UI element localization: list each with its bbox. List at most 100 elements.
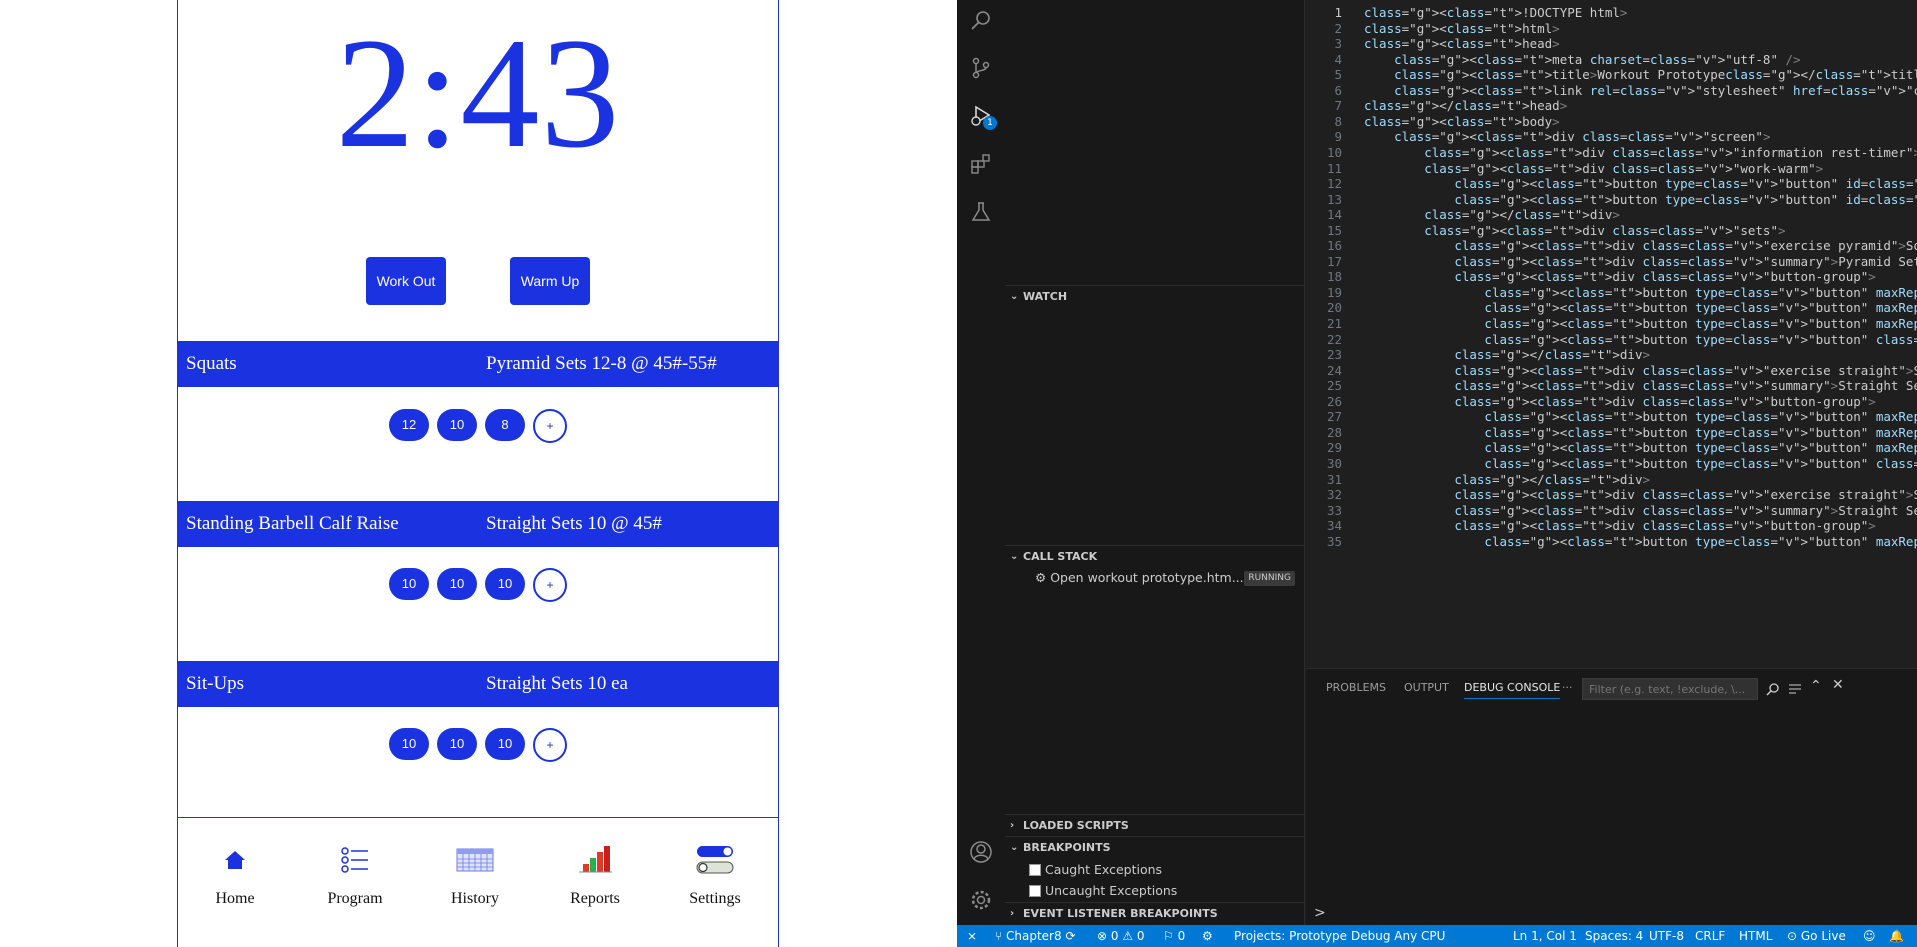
bottom-nav: Home Program History Reports Settings [178, 817, 778, 947]
bar-chart-icon [579, 846, 612, 873]
filter-input[interactable] [1582, 678, 1758, 700]
bell-icon[interactable]: 🔔 [1889, 925, 1904, 947]
nav-label: Settings [689, 890, 741, 907]
section-title: LOADED SCRIPTS [1023, 819, 1129, 832]
branch-status[interactable]: ⑂ Chapter8 ⟳ [995, 925, 1076, 947]
nav-label: History [451, 890, 499, 907]
exercise-header: Standing Barbell Calf Raise Straight Set… [178, 501, 778, 547]
code-text: class="g"><class="t">button type=class="… [1484, 533, 1917, 549]
exercise-name: Standing Barbell Calf Raise [186, 513, 399, 534]
event-listener-section-header[interactable]: › EVENT LISTENER BREAKPOINTS [1005, 902, 1305, 924]
toggle-icon [696, 846, 734, 874]
search-icon[interactable] [1766, 682, 1780, 696]
add-set-button[interactable]: + [533, 728, 567, 762]
cursor-position[interactable]: Ln 1, Col 1 [1513, 925, 1577, 947]
chevron-right-icon: › [1010, 908, 1015, 919]
set-button-group: 10 10 10 + [178, 568, 778, 602]
set-button-group: 12 10 8 + [178, 409, 778, 443]
checkbox[interactable] [1029, 885, 1041, 897]
nav-home[interactable]: Home [180, 844, 290, 908]
tab-debug-console[interactable]: DEBUG CONSOLE [1464, 681, 1561, 699]
call-stack-item-label: Open workout prototype.htm... [1050, 570, 1244, 585]
chevron-up-icon[interactable]: ⌃ [1810, 678, 1822, 694]
account-icon[interactable] [969, 840, 993, 864]
set-button[interactable]: 8 [485, 409, 525, 441]
uncaught-exceptions-row[interactable]: Uncaught Exceptions [1029, 881, 1177, 901]
calendar-icon [456, 848, 494, 872]
run-debug-icon[interactable]: 1 [969, 104, 997, 130]
set-button[interactable]: 10 [437, 409, 477, 441]
exercise-header: Squats Pyramid Sets 12-8 @ 45#-55# [178, 341, 778, 387]
code-editor[interactable]: 1 class="g"><class="t">!DOCTYPE html> 2 cla… [1306, 0, 1917, 668]
gear-icon[interactable] [969, 888, 993, 912]
source-control-icon[interactable] [969, 56, 993, 80]
set-button[interactable]: 12 [389, 409, 429, 441]
chevron-down-icon: ⌄ [1010, 842, 1019, 853]
testing-flask-icon[interactable] [969, 200, 993, 224]
nav-program[interactable]: Program [300, 844, 410, 908]
vscode-window: 1 ⌄ WATCH ⌄ CALL STACK ⚙ Open workout pr… [957, 0, 1917, 947]
status-bar: ⨯ ⑂ Chapter8 ⟳ ⊗ 0 ⚠ 0 ⚐ 0 ⚙ Projects: P… [957, 925, 1917, 947]
add-set-button[interactable]: + [533, 409, 567, 443]
set-button[interactable]: 10 [437, 568, 477, 600]
console-prompt[interactable]: > [1314, 905, 1326, 921]
extensions-icon[interactable] [969, 152, 993, 176]
sync-icon: ⟳ [1061, 929, 1076, 943]
set-button[interactable]: 10 [437, 728, 477, 760]
watch-section-header[interactable]: ⌄ WATCH [1005, 285, 1305, 307]
breakpoint-label: Caught Exceptions [1044, 862, 1163, 877]
nav-reports[interactable]: Reports [540, 844, 650, 908]
problems-status[interactable]: ⊗ 0 ⚠ 0 [1097, 925, 1145, 947]
work-out-button[interactable]: Work Out [366, 257, 446, 305]
rest-timer: 2:43 [335, 6, 621, 181]
code-line[interactable]: 35 class="g"><class="t">button type=clas… [1306, 532, 1917, 551]
indentation-status[interactable]: Spaces: 4 [1585, 925, 1643, 947]
bottom-panel: PROBLEMS OUTPUT DEBUG CONSOLE ··· ⌃ ✕ > [1306, 668, 1917, 925]
set-button[interactable]: 10 [485, 728, 525, 760]
language-status[interactable]: HTML [1739, 925, 1772, 947]
nav-settings[interactable]: Settings [660, 844, 770, 908]
exercise-name: Squats [186, 353, 237, 374]
more-actions-icon[interactable]: ··· [1562, 681, 1573, 694]
tab-problems[interactable]: PROBLEMS [1326, 681, 1386, 694]
section-title: CALL STACK [1023, 550, 1098, 563]
nav-label: Home [215, 890, 255, 907]
nav-history[interactable]: History [420, 844, 530, 908]
broadcast-icon: ⊙ [1787, 929, 1801, 943]
debug-config-status[interactable]: Debug Any CPU [1351, 925, 1445, 947]
activity-bar: 1 [957, 0, 1005, 925]
exercise-summary: Straight Sets 10 ea [486, 673, 628, 694]
search-icon[interactable] [969, 8, 993, 32]
call-stack-item[interactable]: ⚙ Open workout prototype.htm... RUNNING [1035, 567, 1301, 589]
close-icon[interactable]: ✕ [1832, 677, 1844, 693]
checkbox[interactable] [1029, 864, 1041, 876]
projects-status[interactable]: Projects: Prototype [1234, 925, 1347, 947]
exercise-summary: Straight Sets 10 @ 45# [486, 513, 662, 534]
eol-status[interactable]: CRLF [1695, 925, 1725, 947]
warm-up-button[interactable]: Warm Up [510, 257, 590, 305]
caught-exceptions-row[interactable]: Caught Exceptions [1029, 860, 1162, 880]
encoding-status[interactable]: UTF-8 [1649, 925, 1684, 947]
ports-status[interactable]: ⚐ 0 [1163, 925, 1185, 947]
debug-sidebar: ⌄ WATCH ⌄ CALL STACK ⚙ Open workout prot… [1005, 0, 1305, 925]
remote-indicator[interactable]: ⨯ [967, 925, 977, 947]
section-title: BREAKPOINTS [1023, 841, 1111, 854]
set-button[interactable]: 10 [389, 568, 429, 600]
chevron-right-icon: › [1010, 820, 1015, 831]
exercise-name: Sit-Ups [186, 673, 245, 694]
breakpoints-section-header[interactable]: ⌄ BREAKPOINTS [1005, 836, 1305, 858]
add-set-button[interactable]: + [533, 568, 567, 602]
loaded-scripts-section-header[interactable]: › LOADED SCRIPTS [1005, 814, 1305, 836]
call-stack-section-header[interactable]: ⌄ CALL STACK [1005, 545, 1305, 567]
word-wrap-icon[interactable] [1788, 683, 1802, 695]
go-live-button[interactable]: ⊙ Go Live [1787, 925, 1846, 947]
set-button[interactable]: 10 [389, 728, 429, 760]
tab-output[interactable]: OUTPUT [1404, 681, 1449, 694]
home-icon [225, 851, 245, 869]
set-button-group: 10 10 10 + [178, 728, 778, 762]
section-title: EVENT LISTENER BREAKPOINTS [1023, 907, 1218, 920]
set-button[interactable]: 10 [485, 568, 525, 600]
debug-icon[interactable]: ⚙ [1202, 925, 1213, 947]
copilot-icon[interactable]: ☺ [1863, 925, 1876, 947]
branch-name: Chapter8 [1006, 929, 1062, 943]
